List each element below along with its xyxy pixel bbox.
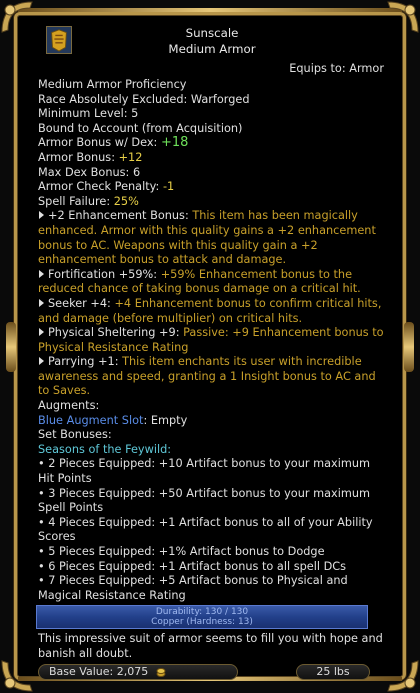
enhancement-name: +2 Enhancement Bonus: [48,209,189,223]
acp-value: -1 [162,180,175,194]
set-name: Seasons of the Feywild: [38,442,172,456]
armor-check-penalty: Armor Check Penalty: -1 [38,180,386,195]
acp-label: Armor Check Penalty: [38,180,160,194]
bullet-triangle-icon [39,298,44,307]
ab-dex-label: Armor Bonus w/ Dex: [38,136,158,150]
maxdex-label: Max Dex Bonus: [38,165,130,179]
item-type: Medium Armor [168,42,256,56]
bullet-triangle-icon [39,211,44,220]
equips-label: Equips to: [289,62,346,75]
enhancement: Fortification +59%: +59% Enhancement bon… [38,268,386,297]
race-value: Warforged [190,92,250,106]
bullet-triangle-icon [39,357,44,366]
spellfail-label: Spell Failure: [38,194,111,208]
base-value-label: Base Value: [49,665,114,678]
flavor-text: This impressive suit of armor seems to f… [38,632,383,660]
minlevel-label: Minimum Level: [38,107,128,121]
corner-ornament-icon [0,659,34,693]
enhancement-name: Seeker +4: [48,296,111,310]
enhancement-name: Physical Sheltering +9: [48,326,180,340]
armor-bonus: Armor Bonus: +12 [38,151,386,166]
ab-value: +12 [118,150,143,164]
minlevel-value: 5 [131,107,139,121]
enhancement: +2 Enhancement Bonus: This item has been… [38,209,386,267]
left-ornament [6,322,16,372]
base-value-amount: 2,075 [116,665,149,678]
right-ornament [404,322,414,372]
enhancement-name: Fortification +59%: [48,267,158,281]
coin-icon [156,666,166,678]
augment-slot-value: : Empty [143,413,188,427]
corner-ornament-icon [386,659,420,693]
item-name: Sunscale [185,26,239,40]
corner-ornament-icon [0,0,34,34]
equips-to: Equips to: Armor [38,62,386,78]
max-dex-bonus: Max Dex Bonus: 6 [38,166,386,181]
race-excluded: Race Absolutely Excluded: Warforged [38,93,386,108]
ab-label: Armor Bonus: [38,150,115,164]
ab-dex-value: +18 [160,135,189,151]
armor-bonus-dex: Armor Bonus w/ Dex: +18 [38,136,386,151]
tooltip-content: Sunscale Medium Armor Equips to: Armor M… [36,22,386,662]
material-text: Copper (Hardness: 13) [151,617,253,628]
set-bonus-item: • 7 Pieces Equipped: +5 Artifact bonus t… [38,574,348,602]
enhancement-name: Parrying +1: [48,355,119,369]
tooltip-header: Sunscale Medium Armor [38,22,386,62]
spellfail-value: 25% [113,194,139,208]
augments-label: Augments: [38,399,100,413]
enhancement: Parrying +1: This item enchants its user… [38,355,386,399]
durability-text: Durability: 130 / 130 [155,607,249,618]
set-bonus-item: • 6 Pieces Equipped: +1 Artifact bonus t… [38,559,347,573]
minimum-level: Minimum Level: 5 [38,107,386,122]
enhancement: Physical Sheltering +9: Passive: +9 Enha… [38,326,386,355]
item-title-block: Sunscale Medium Armor [38,25,386,57]
augment-slot-label: Blue Augment Slot [38,413,144,427]
enhancement: Seeker +4: +4 Enhancement bonus to confi… [38,297,386,326]
tooltip-footer: Base Value: 2,075 25 lbs [38,664,370,680]
weight-box: 25 lbs [296,664,370,680]
set-bonus-item: • 2 Pieces Equipped: +10 Artifact bonus … [38,457,371,486]
top-border-bar [18,8,402,12]
spell-failure: Spell Failure: 25% [38,195,386,210]
augment-slot[interactable]: Blue Augment Slot: Empty [38,414,386,429]
base-value-box: Base Value: 2,075 [38,664,238,680]
equips-value: Armor [349,62,384,75]
race-label: Race Absolutely Excluded: [38,92,188,106]
durability-bar: Durability: 130 / 130 Copper (Hardness: … [36,605,368,630]
set-bonus-item: • 4 Pieces Equipped: +1 Artifact bonus t… [38,515,373,544]
bullet-triangle-icon [39,328,44,337]
bullet-triangle-icon [39,269,44,278]
maxdex-value: 6 [132,165,141,179]
bound-status: Bound to Account (from Acquisition) [38,121,243,135]
set-bonus-item: • 5 Pieces Equipped: +1% Artifact bonus … [38,545,325,558]
set-bonuses-label: Set Bonuses: [38,428,112,442]
corner-ornament-icon [386,0,420,34]
proficiency: Medium Armor Proficiency [38,78,187,91]
set-bonus-item: • 3 Pieces Equipped: +50 Artifact bonus … [38,486,371,515]
